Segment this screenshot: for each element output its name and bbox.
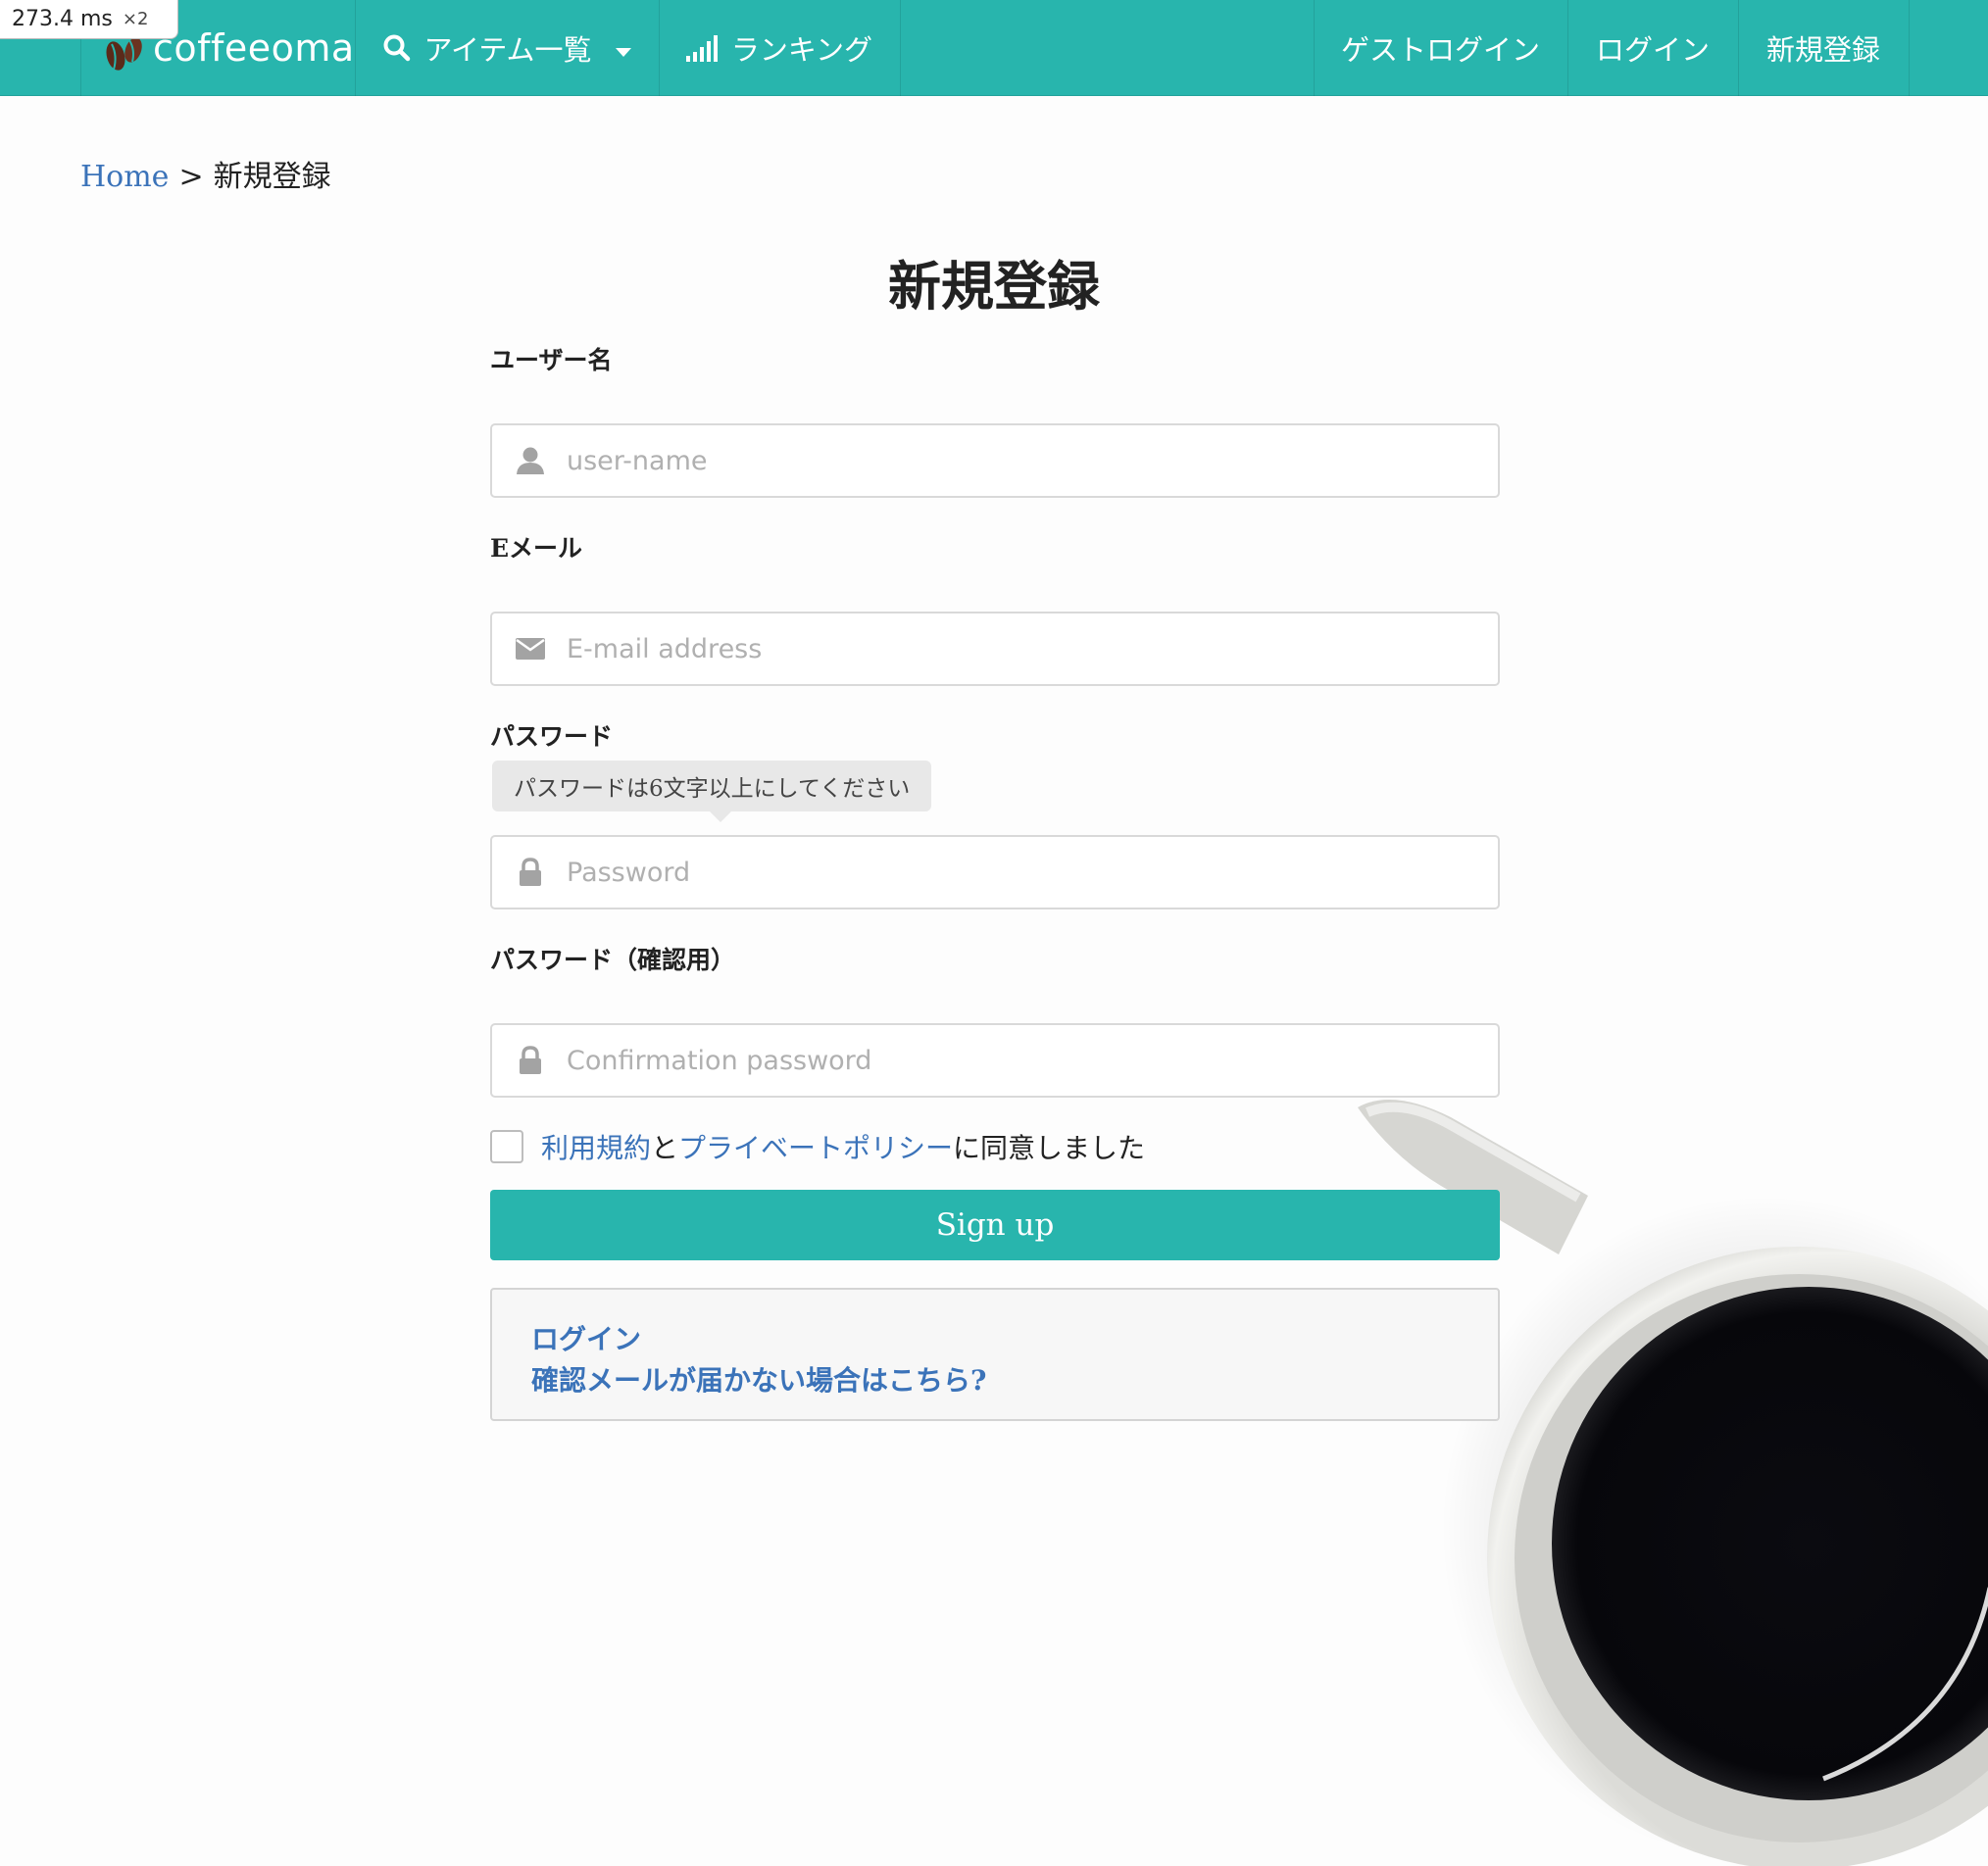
breadcrumb-home-link[interactable]: Home (80, 160, 169, 194)
username-label: ユーザー名 (490, 346, 613, 374)
signal-bars-icon (685, 34, 720, 62)
tooltip-arrow (710, 811, 731, 822)
breadcrumb: Home > 新規登録 (80, 152, 331, 195)
terms-link[interactable]: 利用規約 (541, 1127, 651, 1166)
password-label: パスワード (490, 722, 614, 751)
username-field[interactable] (490, 423, 1500, 498)
lock-icon (514, 858, 547, 887)
privacy-policy-link[interactable]: プライベートポリシー (678, 1127, 953, 1166)
email-input[interactable] (565, 619, 1447, 678)
login-link[interactable]: ログイン (531, 1319, 1498, 1360)
search-icon (382, 33, 412, 63)
perf-multiplier: ×2 (122, 9, 149, 29)
nav-items-dropdown[interactable]: アイテム一覧 (355, 0, 659, 96)
nav-ranking-label: ランキング (730, 33, 873, 67)
page-title: 新規登録 (888, 255, 1100, 318)
password-field[interactable] (490, 835, 1500, 909)
signup-button[interactable]: Sign up (490, 1190, 1500, 1260)
agreement-row: 利用規約 と プライベートポリシー に同意しました (490, 1127, 1145, 1166)
agree-and-text: と (651, 1132, 679, 1164)
envelope-icon (514, 637, 547, 661)
password-input[interactable] (565, 843, 1447, 902)
confirm-password-label: パスワード（確認用） (490, 946, 736, 974)
breadcrumb-current: 新規登録 (213, 160, 331, 194)
top-navbar: coffeeoma アイテム一覧 ランキング ゲストログイン ログイン 新規登録 (0, 0, 1988, 96)
brand-name: coffeeoma (153, 26, 355, 70)
help-links-box: ログイン 確認メールが届かない場合はこちら? (490, 1288, 1500, 1421)
nav-ranking[interactable]: ランキング (659, 0, 900, 96)
nav-guest-login-label: ゲストログイン (1340, 33, 1540, 67)
nav-divider (900, 0, 901, 96)
confirm-password-input[interactable] (565, 1031, 1447, 1090)
user-icon (514, 446, 547, 475)
lock-icon (514, 1046, 547, 1075)
agree-checkbox[interactable] (490, 1130, 523, 1163)
nav-signup-label: 新規登録 (1765, 33, 1880, 67)
confirm-password-field[interactable] (490, 1023, 1500, 1098)
nav-signup[interactable]: 新規登録 (1738, 0, 1909, 96)
nav-login[interactable]: ログイン (1567, 0, 1738, 96)
nav-login-label: ログイン (1595, 33, 1710, 67)
performance-badge: 273.4 ms ×2 (0, 0, 178, 39)
email-label: Eメール (490, 534, 583, 563)
agree-suffix-text: に同意しました (953, 1132, 1146, 1164)
perf-time: 273.4 ms (12, 7, 113, 31)
username-input[interactable] (565, 431, 1447, 490)
nav-items-label: アイテム一覧 (423, 33, 592, 67)
breadcrumb-separator: > (178, 160, 204, 194)
nav-guest-login[interactable]: ゲストログイン (1314, 0, 1567, 96)
resend-confirmation-link[interactable]: 確認メールが届かない場合はこちら? (531, 1360, 1498, 1401)
caret-down-icon (615, 31, 631, 65)
nav-divider (1909, 0, 1910, 96)
email-field[interactable] (490, 612, 1500, 686)
password-hint-tooltip: パスワードは6文字以上にしてください (492, 761, 932, 811)
